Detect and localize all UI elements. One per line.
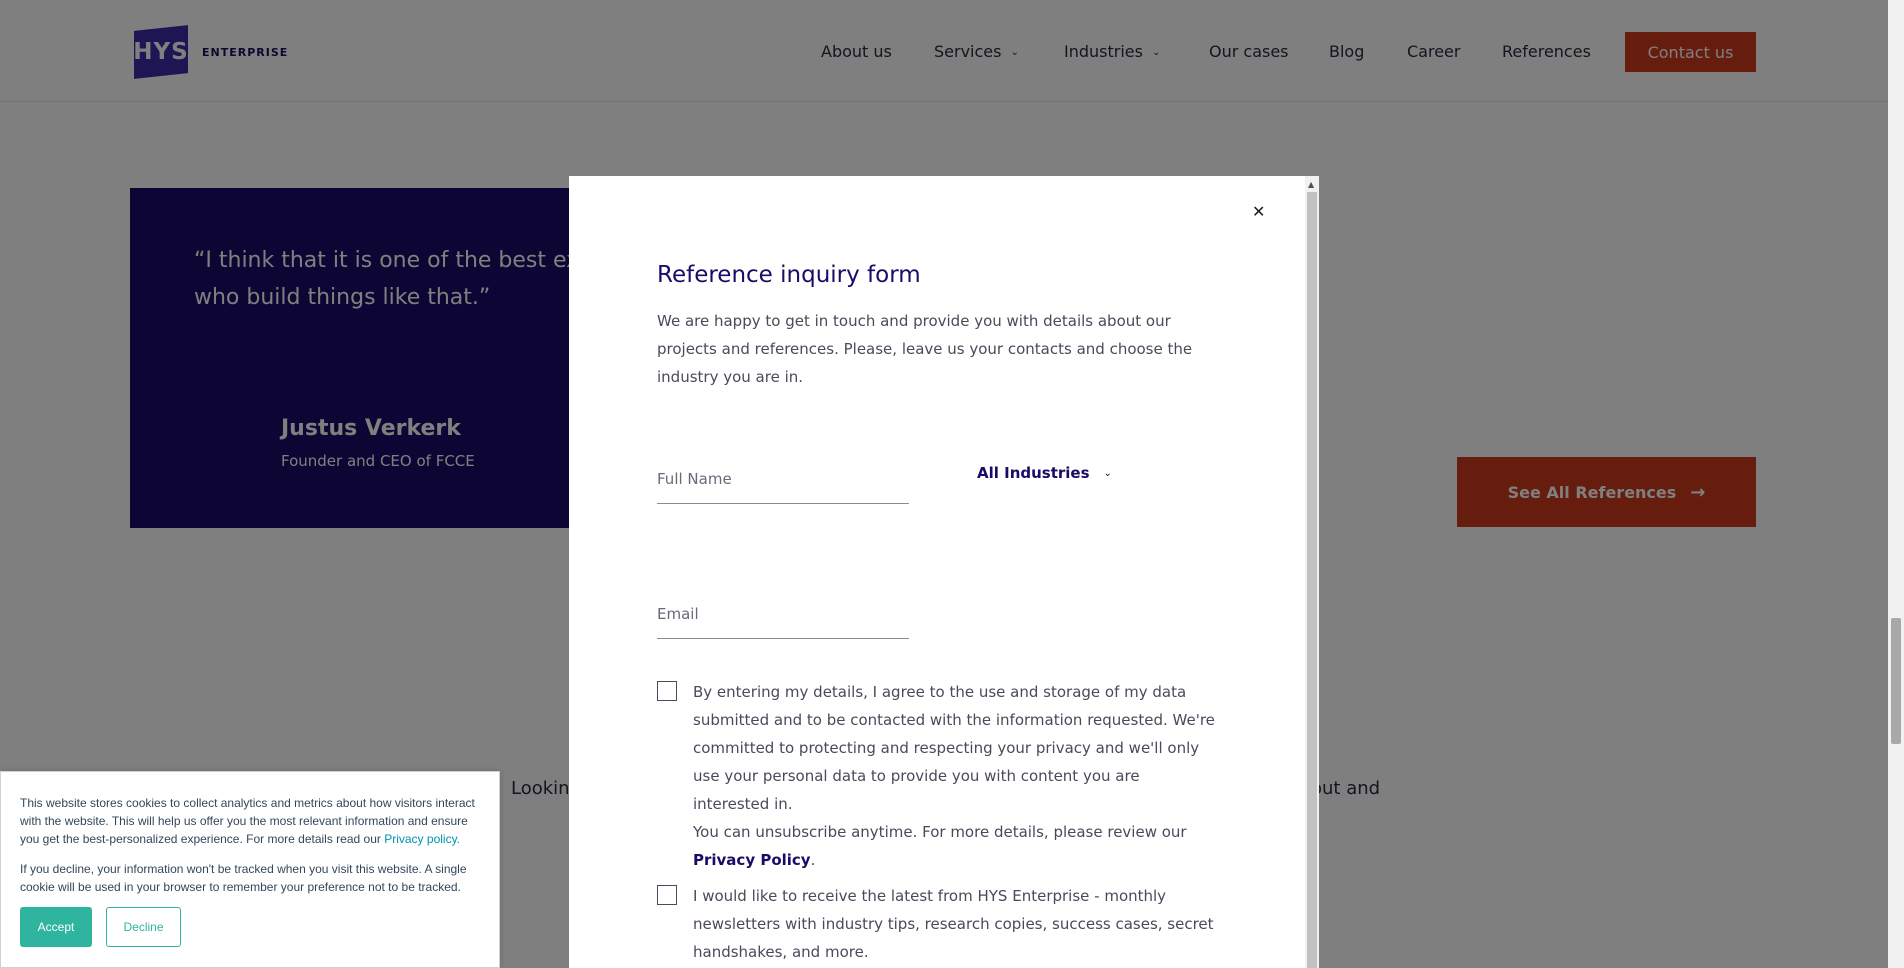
unsubscribe-text: You can unsubscribe anytime. For more de… <box>693 823 1187 841</box>
email-input[interactable] <box>657 589 909 638</box>
consent-paragraph: By entering my details, I agree to the u… <box>693 683 1215 813</box>
modal-title: Reference inquiry form <box>657 262 921 288</box>
cookie-decline-button[interactable]: Decline <box>106 907 181 947</box>
consent-text: By entering my details, I agree to the u… <box>693 683 1215 869</box>
cookie-privacy-link[interactable]: Privacy policy. <box>384 832 460 846</box>
cookie-text-2: If you decline, your information won't b… <box>20 862 467 894</box>
page-scrollbar[interactable] <box>1888 0 1904 968</box>
privacy-policy-link[interactable]: Privacy Policy <box>693 851 811 869</box>
consent-checkbox[interactable] <box>657 681 677 701</box>
cookie-accept-button[interactable]: Accept <box>20 907 92 947</box>
close-icon[interactable]: ✕ <box>1252 202 1265 221</box>
cookie-banner: This website stores cookies to collect a… <box>0 771 500 968</box>
full-name-field <box>657 454 909 504</box>
cookie-text-1: This website stores cookies to collect a… <box>20 794 482 848</box>
reference-inquiry-modal: ✕ Reference inquiry form We are happy to… <box>569 176 1319 968</box>
modal-scrollbar-thumb[interactable] <box>1307 192 1317 968</box>
newsletter-text: I would like to receive the latest from … <box>693 887 1214 961</box>
industry-select[interactable]: All Industries ⌄ <box>977 458 1112 488</box>
email-field <box>657 589 909 639</box>
full-name-input[interactable] <box>657 454 909 503</box>
modal-description: We are happy to get in touch and provide… <box>657 312 1193 386</box>
modal-scrollbar[interactable]: ▲ <box>1305 176 1319 968</box>
industry-selected-value: All Industries <box>977 464 1090 482</box>
newsletter-row: I would like to receive the latest from … <box>657 882 1217 966</box>
scroll-up-arrow-icon[interactable]: ▲ <box>1308 180 1314 189</box>
consent-row: By entering my details, I agree to the u… <box>657 678 1217 874</box>
newsletter-checkbox[interactable] <box>657 885 677 905</box>
chevron-down-icon: ⌄ <box>1103 467 1112 479</box>
page-scrollbar-thumb[interactable] <box>1891 618 1901 744</box>
